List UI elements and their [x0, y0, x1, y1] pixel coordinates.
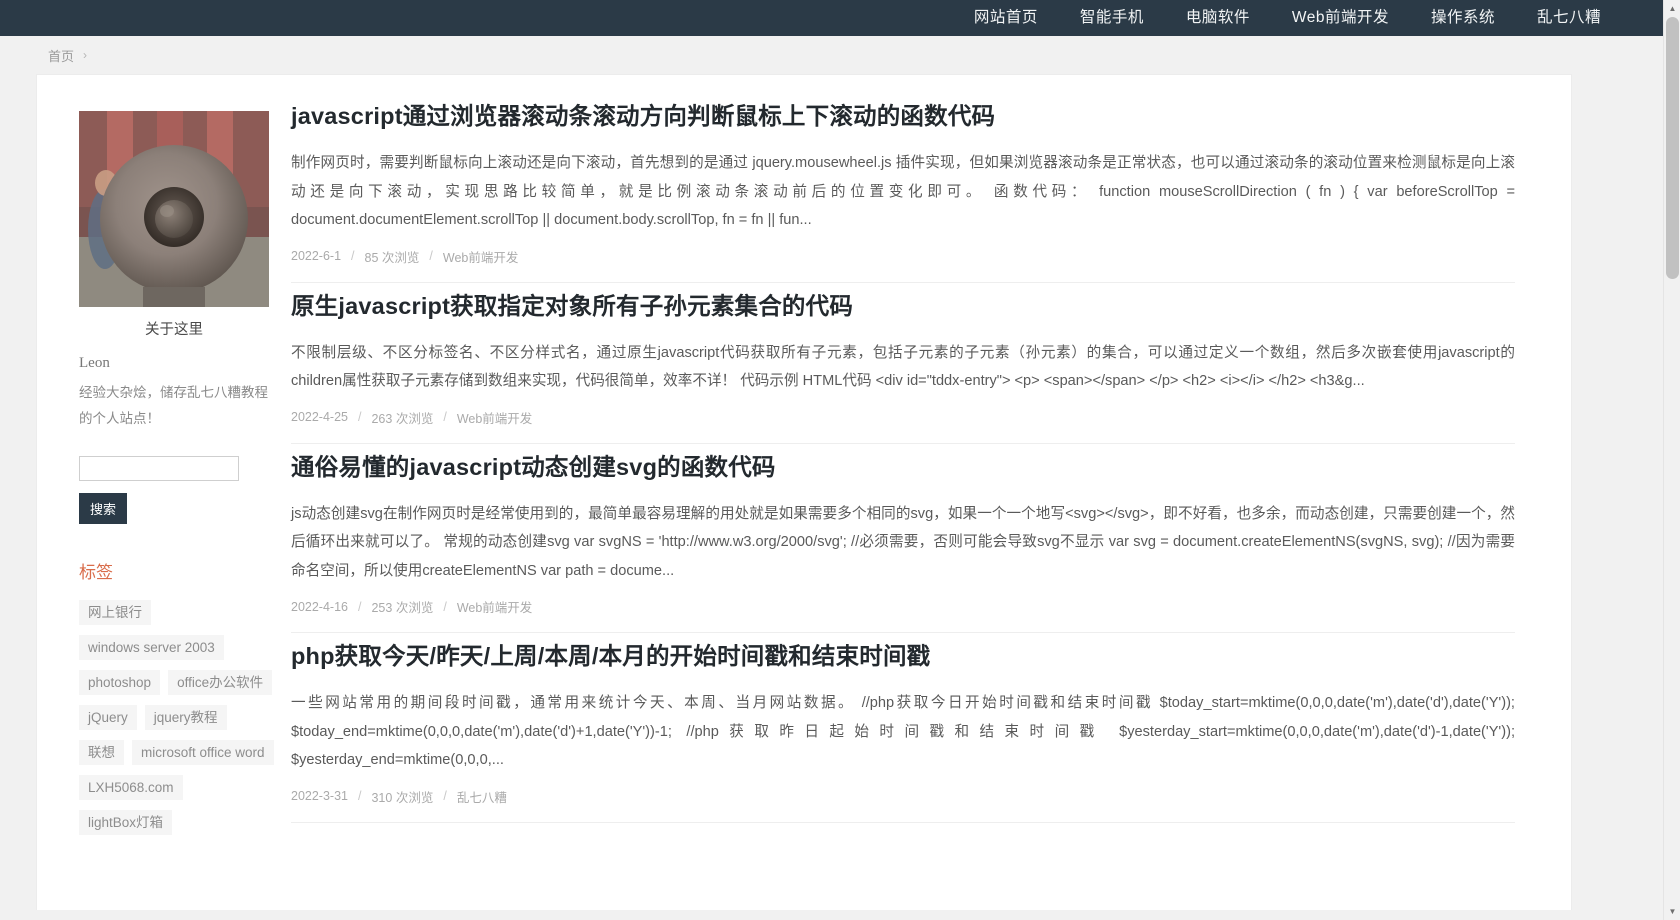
meta-separator: / [429, 249, 433, 263]
nav-item-operating-system[interactable]: 操作系统 [1410, 0, 1516, 36]
article-date: 2022-4-25 [291, 410, 348, 424]
article-excerpt: js动态创建svg在制作网页时是经常使用到的，最简单最容易理解的用处就是如果需要… [291, 505, 1515, 579]
top-navigation-bar: 网站首页 智能手机 电脑软件 Web前端开发 操作系统 乱七八糟 [0, 0, 1680, 36]
tag-item[interactable]: microsoft office word [132, 740, 274, 765]
article-excerpt: 不限制层级、不区分标签名、不区分样式名，通过原生javascript代码获取所有… [291, 344, 1515, 390]
meta-separator: / [358, 789, 362, 803]
tag-item[interactable]: lightBox灯箱 [79, 810, 173, 835]
article-meta: 2022-6-1 / 85 次浏览 / Web前端开发 [291, 247, 1515, 268]
meta-separator: / [443, 789, 447, 803]
article-date: 2022-6-1 [291, 249, 342, 263]
article-meta: 2022-3-31 / 310 次浏览 / 乱七八糟 [291, 787, 1515, 808]
nav-menu: 网站首页 智能手机 电脑软件 Web前端开发 操作系统 乱七八糟 [953, 0, 1622, 36]
scroll-up-icon[interactable]: ▲ [1664, 0, 1680, 17]
article-category[interactable]: Web前端开发 [457, 597, 532, 616]
meta-separator: / [358, 410, 362, 424]
article-item: 原生javascript获取指定对象所有子孙元素集合的代码 不限制层级、不区分标… [291, 283, 1515, 444]
article-title[interactable]: 原生javascript获取指定对象所有子孙元素集合的代码 [291, 289, 1515, 323]
article-list: javascript通过浏览器滚动条滚动方向判断鼠标上下滚动的函数代码 制作网页… [269, 99, 1571, 910]
article-date: 2022-4-16 [291, 599, 348, 614]
tag-cloud: 网上银行 windows server 2003 photoshop offic… [79, 600, 279, 835]
tag-item[interactable]: windows server 2003 [79, 635, 224, 660]
tag-item[interactable]: photoshop [79, 670, 161, 695]
article-excerpt: 制作网页时，需要判断鼠标向上滚动还是向下滚动，首先想到的是通过 jquery.m… [291, 155, 1515, 228]
scrollbar-thumb[interactable] [1666, 17, 1679, 279]
scroll-down-icon[interactable]: ▼ [1664, 903, 1680, 920]
nav-item-misc[interactable]: 乱七八糟 [1516, 0, 1622, 36]
article-views: 263 次浏览 [371, 411, 434, 426]
breadcrumb: 首页 › [0, 36, 1680, 74]
article-excerpt: 一些网站常用的期间段时间戳，通常用来统计今天、本周、当月网站数据。 //php获… [291, 695, 1515, 768]
author-description: 经验大杂烩，储存乱七八糟教程的个人站点！ [79, 385, 268, 426]
article-views: 85 次浏览 [364, 250, 420, 265]
search-input[interactable] [79, 456, 239, 481]
article-title[interactable]: javascript通过浏览器滚动条滚动方向判断鼠标上下滚动的函数代码 [291, 99, 1515, 133]
article-meta: 2022-4-25 / 263 次浏览 / Web前端开发 [291, 408, 1515, 429]
search-form: 搜索 [79, 456, 269, 524]
tag-item[interactable]: jquery教程 [144, 705, 227, 730]
nav-item-smartphone[interactable]: 智能手机 [1059, 0, 1165, 36]
about-title: 关于这里 [145, 322, 203, 338]
tags-heading: 标签 [79, 563, 113, 582]
article-item: php获取今天/昨天/上周/本周/本月的开始时间戳和结束时间戳 一些网站常用的期… [291, 633, 1515, 823]
article-title[interactable]: 通俗易懂的javascript动态创建svg的函数代码 [291, 450, 1515, 484]
article-views: 310 次浏览 [371, 790, 434, 805]
article-date: 2022-3-31 [291, 789, 348, 803]
tag-item[interactable]: 联想 [79, 740, 124, 765]
meta-separator: / [443, 410, 447, 424]
nav-item-home[interactable]: 网站首页 [953, 0, 1059, 36]
breadcrumb-home[interactable]: 首页 [48, 46, 74, 65]
meta-separator: / [443, 599, 447, 614]
chevron-right-icon: › [83, 48, 88, 62]
article-category[interactable]: Web前端开发 [443, 247, 518, 266]
article-category[interactable]: Web前端开发 [457, 408, 532, 427]
tag-item[interactable]: office办公软件 [168, 670, 273, 695]
meta-separator: / [358, 599, 362, 614]
article-views: 253 次浏览 [371, 601, 434, 615]
meta-separator: / [351, 249, 355, 263]
nav-item-web-frontend[interactable]: Web前端开发 [1271, 0, 1410, 36]
about-image [79, 111, 269, 307]
content-shell: 关于这里 Leon 经验大杂烩，储存乱七八糟教程的个人站点！ 搜索 标签 网上银… [36, 74, 1572, 910]
tag-item[interactable]: jQuery [79, 705, 137, 730]
tag-item[interactable]: 网上银行 [79, 600, 151, 625]
article-title[interactable]: php获取今天/昨天/上周/本周/本月的开始时间戳和结束时间戳 [291, 639, 1515, 673]
search-button[interactable]: 搜索 [79, 493, 128, 524]
nav-item-computer-software[interactable]: 电脑软件 [1165, 0, 1271, 36]
page-scrollbar[interactable]: ▲ ▼ [1663, 0, 1680, 920]
article-category[interactable]: 乱七八糟 [457, 787, 507, 806]
article-item: javascript通过浏览器滚动条滚动方向判断鼠标上下滚动的函数代码 制作网页… [291, 99, 1515, 283]
article-item: 通俗易懂的javascript动态创建svg的函数代码 js动态创建svg在制作… [291, 444, 1515, 633]
tag-item[interactable]: LXH5068.com [79, 775, 183, 800]
article-meta: 2022-4-16 / 253 次浏览 / Web前端开发 [291, 597, 1515, 618]
sidebar: 关于这里 Leon 经验大杂烩，储存乱七八糟教程的个人站点！ 搜索 标签 网上银… [37, 99, 274, 910]
author-name: Leon [79, 355, 110, 371]
